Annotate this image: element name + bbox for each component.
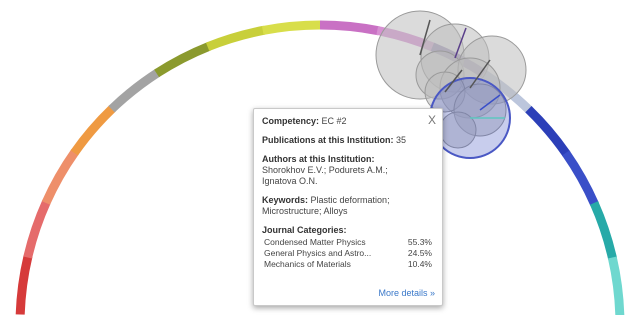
ring-segment[interactable]	[319, 20, 380, 36]
category-name: Mechanics of Materials	[264, 259, 351, 269]
ring-segment[interactable]	[562, 150, 599, 207]
publications-label: Publications at this Institution:	[262, 135, 394, 145]
category-percent: 24.5%	[407, 248, 432, 258]
ring-segment[interactable]	[525, 105, 571, 157]
journal-categories-table: Condensed Matter Physics 55.3% General P…	[262, 237, 434, 270]
authors-label: Authors at this Institution:	[262, 154, 375, 164]
authors-line-2: Ignatova O.N.	[262, 176, 318, 186]
ring-segment[interactable]	[589, 201, 618, 261]
category-name: General Physics and Astro...	[264, 248, 372, 258]
ring-segment[interactable]	[261, 20, 322, 35]
keywords-line-1: Plastic deformation;	[310, 195, 390, 205]
keywords-section: Keywords: Plastic deformation; Microstru…	[262, 195, 434, 217]
ring-segment[interactable]	[108, 68, 161, 113]
keywords-label: Keywords:	[262, 195, 309, 205]
category-name: Condensed Matter Physics	[264, 237, 366, 247]
table-row: Condensed Matter Physics 55.3%	[262, 237, 434, 248]
ring-segment[interactable]	[15, 254, 33, 315]
table-row: General Physics and Astro... 24.5%	[262, 248, 434, 259]
keywords-line-2: Microstructure; Alloys	[262, 206, 348, 216]
journal-categories-section: Journal Categories: Condensed Matter Phy…	[262, 225, 434, 270]
publications-value: 35	[396, 135, 407, 145]
competency-value: EC #2	[321, 116, 347, 126]
ring-segment[interactable]	[205, 25, 266, 52]
authors-line-1: Shorokhov E.V.; Podurets A.M.;	[262, 165, 388, 175]
ring-segment[interactable]	[41, 149, 79, 205]
publications-row: Publications at this Institution: 35	[262, 135, 434, 146]
more-details-link[interactable]: More details »	[378, 288, 435, 298]
close-icon[interactable]: X	[428, 113, 436, 127]
ring-segment[interactable]	[23, 199, 51, 259]
journal-categories-label: Journal Categories:	[262, 225, 347, 235]
category-percent: 55.3%	[407, 237, 432, 247]
table-row: Mechanics of Materials 10.4%	[262, 259, 434, 270]
category-percent: 10.4%	[407, 259, 432, 269]
competency-row: Competency: EC #2	[262, 116, 434, 127]
ring-segment[interactable]	[70, 104, 116, 156]
authors-section: Authors at this Institution: Shorokhov E…	[262, 154, 434, 187]
competency-label: Competency:	[262, 116, 320, 126]
ring-segment[interactable]	[607, 256, 625, 315]
ring-segment[interactable]	[154, 42, 211, 78]
competency-popup: X Competency: EC #2 Publications at this…	[253, 108, 443, 306]
